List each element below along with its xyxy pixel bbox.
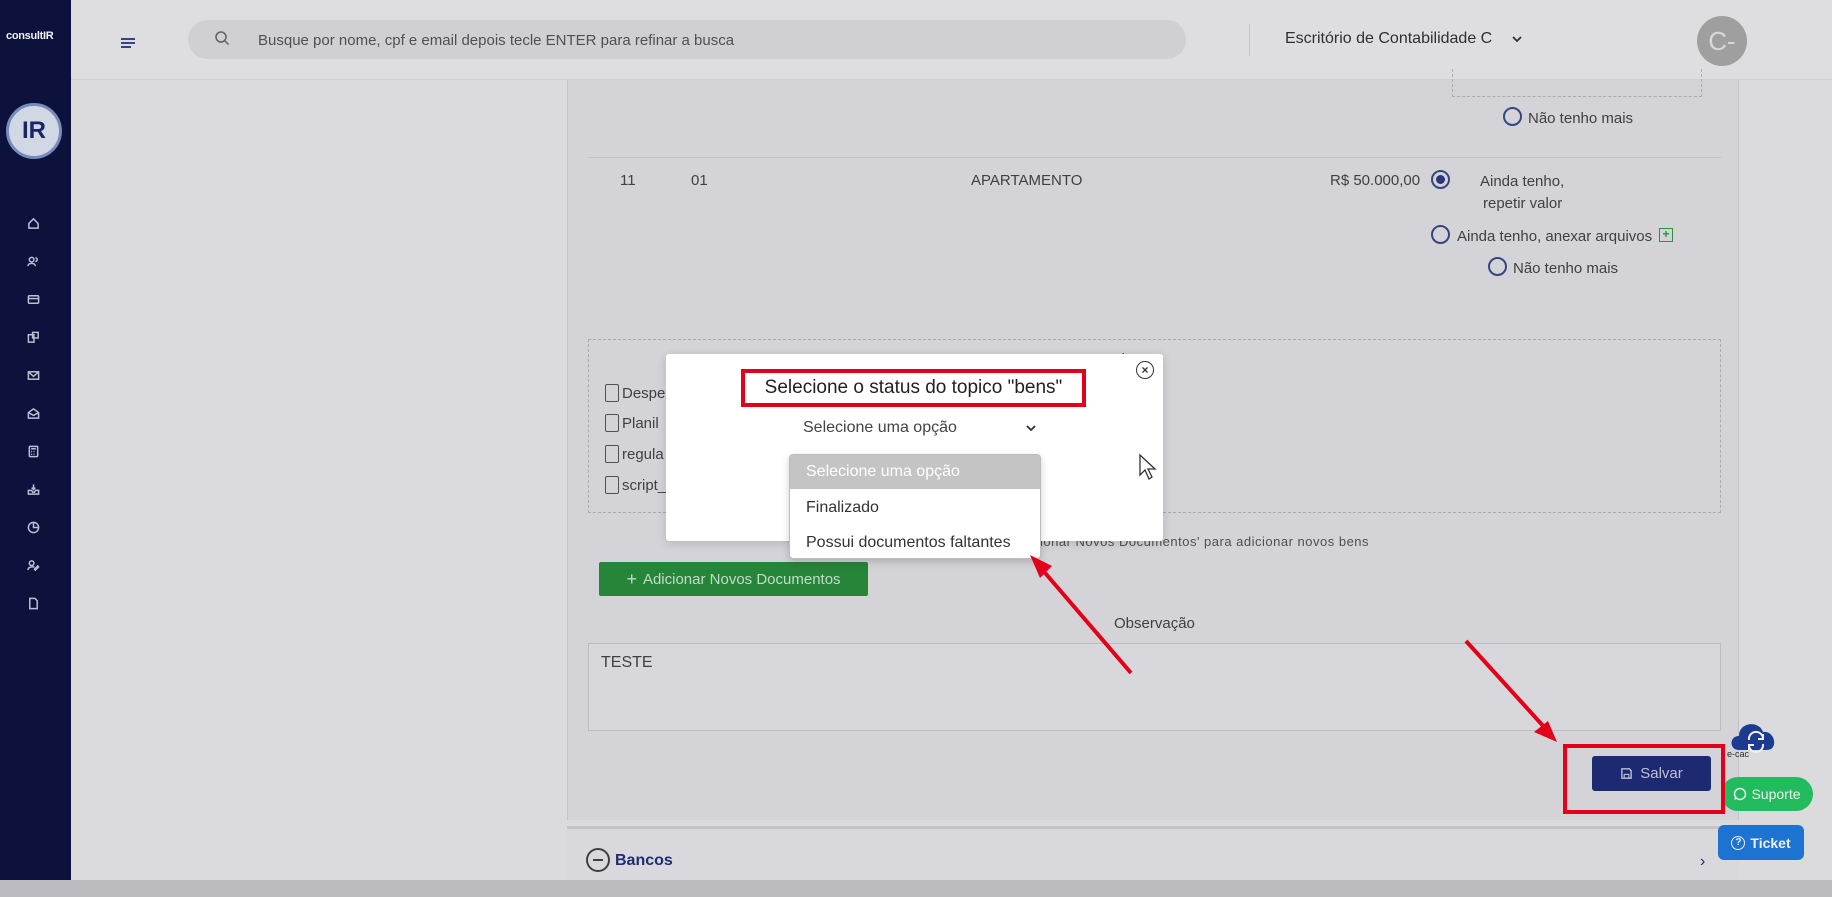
annotation-arrows [1030,555,1557,742]
